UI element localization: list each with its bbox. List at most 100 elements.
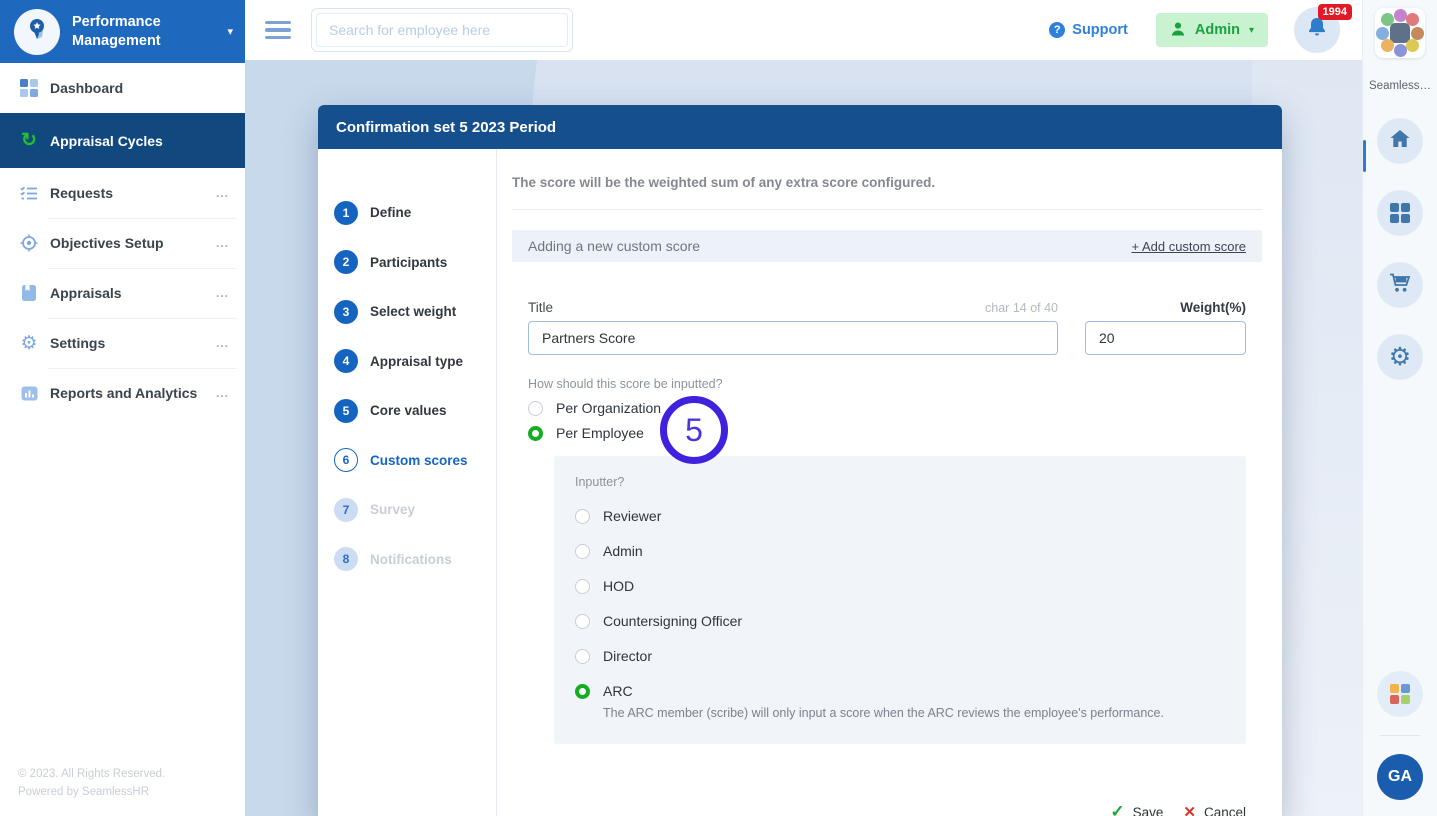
rail-app-label: Seamless… <box>1369 80 1431 92</box>
step-number: 7 <box>334 498 358 522</box>
radio-icon <box>575 649 590 664</box>
sidebar-item-requests[interactable]: Requests ... <box>0 168 245 218</box>
sidebar-item-reports-analytics[interactable]: Reports and Analytics ... <box>0 368 245 418</box>
home-button[interactable] <box>1377 118 1423 164</box>
step-number: 5 <box>334 399 358 423</box>
radio-label: Per Organization <box>556 400 661 416</box>
radio-admin[interactable]: Admin <box>575 543 1224 559</box>
arc-description: The ARC member (scribe) will only input … <box>603 706 1224 720</box>
sidebar-item-dashboard[interactable]: Dashboard <box>0 63 245 113</box>
sidebar-item-label: Appraisal Cycles <box>50 133 163 149</box>
chevron-down-icon[interactable]: ▾ <box>227 25 233 38</box>
step-content: 5 The score will be the weighted sum of … <box>497 149 1282 816</box>
appraisal-cycle-modal: Confirmation set 5 2023 Period 1 Define … <box>318 105 1282 816</box>
colored-squares-icon <box>1390 684 1410 704</box>
cycle-icon: ↻ <box>18 131 40 151</box>
sidebar-item-objectives-setup[interactable]: Objectives Setup ... <box>0 218 245 268</box>
title-label: Title <box>528 300 553 315</box>
step-label: Notifications <box>370 552 452 567</box>
sidebar-item-settings[interactable]: ⚙ Settings ... <box>0 318 245 368</box>
radio-countersigning-officer[interactable]: Countersigning Officer <box>575 613 1224 629</box>
app-rail: Seamless… ⚙ GA <box>1362 0 1437 816</box>
modal-title: Confirmation set 5 2023 Period <box>336 119 556 136</box>
step-label: Define <box>370 205 411 220</box>
save-button[interactable]: Save <box>1133 805 1164 816</box>
sidebar-item-appraisals[interactable]: Appraisals ... <box>0 268 245 318</box>
radio-reviewer[interactable]: Reviewer <box>575 508 1224 524</box>
search-input[interactable] <box>316 13 568 47</box>
cancel-button[interactable]: Cancel <box>1204 805 1246 816</box>
radio-director[interactable]: Director <box>575 648 1224 664</box>
step-select-weight[interactable]: 3 Select weight <box>334 287 496 337</box>
brand-title: Performance Management <box>72 13 212 51</box>
support-link[interactable]: ? Support <box>1049 22 1128 38</box>
support-label: Support <box>1072 22 1128 38</box>
wizard-stepper: 1 Define 2 Participants 3 Select weight … <box>318 149 497 816</box>
topbar: ? Support Admin ▾ 1994 <box>245 0 1362 60</box>
user-icon <box>1170 21 1186 40</box>
checklist-icon <box>18 183 40 203</box>
admin-label: Admin <box>1195 22 1240 38</box>
sidebar-item-label: Objectives Setup <box>50 235 164 251</box>
cart-icon <box>1388 272 1412 299</box>
avatar[interactable]: GA <box>1377 754 1423 800</box>
step-number: 6 <box>334 448 358 472</box>
hamburger-menu-icon[interactable] <box>265 21 291 40</box>
more-indicator: ... <box>216 286 229 300</box>
add-custom-score-link[interactable]: + Add custom score <box>1131 239 1246 254</box>
step-number: 4 <box>334 349 358 373</box>
radio-icon <box>575 614 590 629</box>
radio-icon <box>575 579 590 594</box>
step-label: Survey <box>370 502 415 517</box>
radio-label: Countersigning Officer <box>603 613 742 629</box>
custom-score-section-header: Adding a new custom score + Add custom s… <box>512 230 1262 262</box>
ms-apps-button[interactable] <box>1377 671 1423 717</box>
step-number: 2 <box>334 250 358 274</box>
step-define[interactable]: 1 Define <box>334 188 496 238</box>
radio-per-organization[interactable]: Per Organization <box>528 400 1246 416</box>
admin-menu-button[interactable]: Admin ▾ <box>1156 13 1268 47</box>
radio-label: Per Employee <box>556 425 644 441</box>
admin-settings-button[interactable]: ⚙ <box>1377 334 1423 380</box>
radio-checked-icon <box>575 684 590 699</box>
radio-icon <box>575 544 590 559</box>
step-label: Core values <box>370 403 447 418</box>
target-icon <box>18 233 40 253</box>
step-survey[interactable]: 7 Survey <box>334 485 496 535</box>
radio-arc[interactable]: ARC <box>575 683 1224 699</box>
inputter-panel: Inputter? Reviewer Admin HOD <box>554 456 1246 744</box>
modules-button[interactable] <box>1377 190 1423 236</box>
step-participants[interactable]: 2 Participants <box>334 238 496 288</box>
sidebar-item-label: Settings <box>50 335 105 351</box>
weight-input[interactable] <box>1085 321 1246 355</box>
check-icon: ✓ <box>1110 802 1124 816</box>
notification-count-badge: 1994 <box>1318 4 1352 20</box>
mode-question-label: How should this score be inputted? <box>528 377 1246 391</box>
radio-label: ARC <box>603 683 633 699</box>
sidebar-item-appraisal-cycles[interactable]: ↻ Appraisal Cycles <box>0 113 245 168</box>
more-indicator: ... <box>216 186 229 200</box>
step-label: Appraisal type <box>370 354 463 369</box>
step-appraisal-type[interactable]: 4 Appraisal type <box>334 337 496 387</box>
annotation-step-marker: 5 <box>660 396 728 464</box>
caret-down-icon: ▾ <box>1249 25 1254 36</box>
sidebar-item-label: Dashboard <box>50 80 123 96</box>
title-input[interactable] <box>528 321 1058 355</box>
sidebar-item-label: Requests <box>50 185 113 201</box>
radio-per-employee[interactable]: Per Employee <box>528 425 1246 441</box>
home-icon <box>1388 128 1412 155</box>
radio-label: Admin <box>603 543 643 559</box>
step-core-values[interactable]: 5 Core values <box>334 386 496 436</box>
sidebar: Performance Management ▾ Dashboard ↻ App… <box>0 0 245 816</box>
radio-hod[interactable]: HOD <box>575 578 1224 594</box>
sidebar-header[interactable]: Performance Management ▾ <box>0 0 245 63</box>
step-label: Select weight <box>370 304 456 319</box>
gear-icon: ⚙ <box>18 333 40 353</box>
seamless-apps-logo[interactable] <box>1375 8 1425 58</box>
marketplace-button[interactable] <box>1377 262 1423 308</box>
sidebar-item-label: Reports and Analytics <box>50 385 197 401</box>
step-custom-scores[interactable]: 6 Custom scores <box>334 436 496 486</box>
copyright-footer: © 2023. All Rights Reserved. Powered by … <box>18 766 165 802</box>
step-notifications[interactable]: 8 Notifications <box>334 535 496 585</box>
copyright-line: © 2023. All Rights Reserved. <box>18 766 165 784</box>
